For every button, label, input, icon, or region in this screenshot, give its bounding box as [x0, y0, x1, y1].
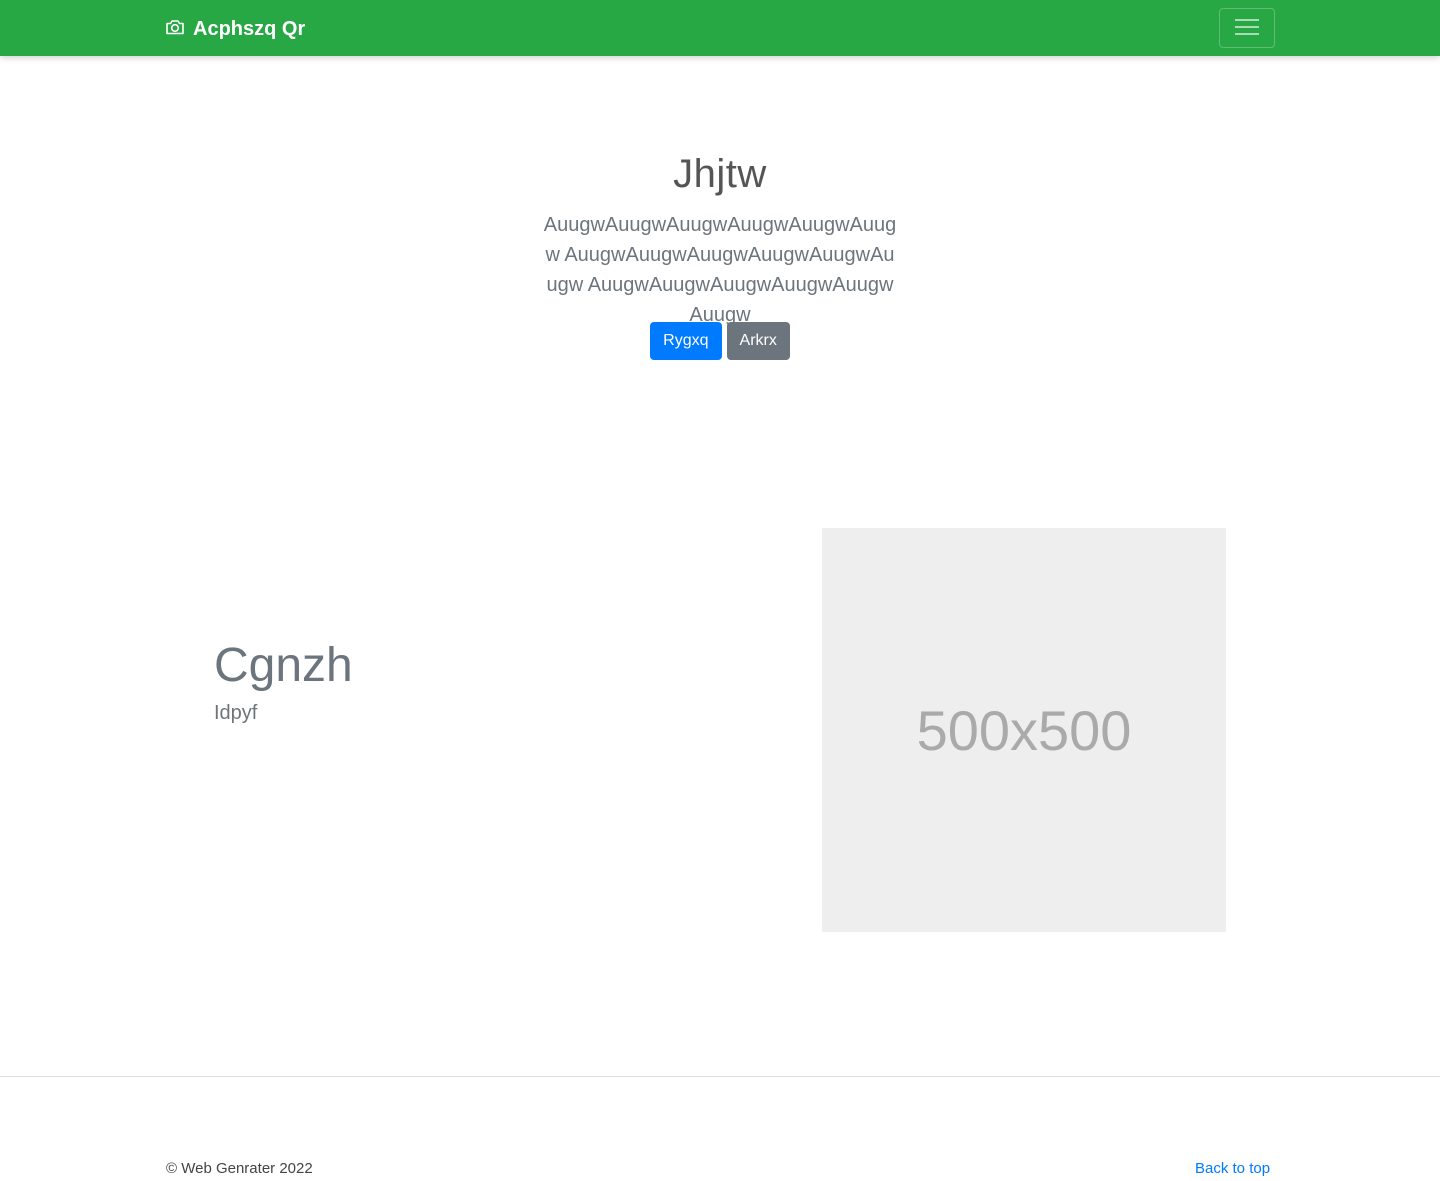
hero-button-group: Rygxq Arkrx: [0, 322, 1440, 360]
navbar-toggler-button[interactable]: [1219, 8, 1275, 48]
hamburger-icon: [1234, 17, 1260, 40]
back-to-top-link[interactable]: Back to top: [1195, 1160, 1270, 1177]
brand-link[interactable]: Acphszq Qr: [165, 15, 305, 43]
hero-title: Jhjtw: [673, 152, 767, 196]
brand-label: Acphszq Qr: [193, 17, 306, 40]
footer-divider: [0, 1076, 1440, 1077]
feature-image-placeholder: 500x500: [822, 528, 1226, 932]
camera-icon: [165, 18, 185, 41]
copyright-text: © Web Genrater 2022: [166, 1160, 313, 1177]
navbar: Acphszq Qr: [0, 0, 1440, 56]
feature-subheading: Idpyf: [214, 702, 258, 724]
hero-secondary-button[interactable]: Arkrx: [726, 322, 790, 360]
placeholder-label: 500x500: [916, 698, 1132, 762]
hero-lead: AuugwAuugwAuugwAuugwAuugwAuugw AuugwAuug…: [543, 214, 897, 326]
hero-primary-button[interactable]: Rygxq: [650, 322, 722, 360]
feature-heading: Cgnzh: [214, 639, 353, 692]
